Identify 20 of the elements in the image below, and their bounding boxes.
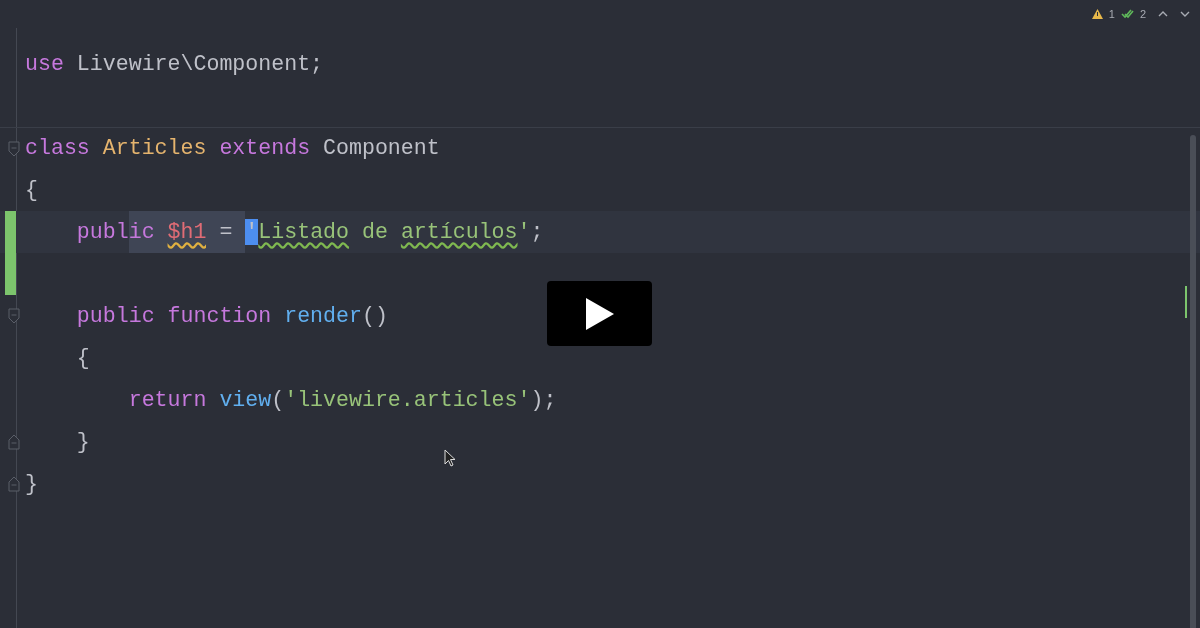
code-line: { [25,176,38,204]
code-line: public function render() [75,302,388,330]
code-line: } [75,428,90,456]
code-line: return view('livewire.articles'); [127,386,557,414]
play-icon [585,297,614,330]
code-line: use Livewire\Component; [25,50,324,78]
code-line: { [75,344,90,372]
play-button[interactable] [547,281,652,346]
warning-icon[interactable] [1091,9,1103,19]
warning-count: 1 [1108,6,1115,22]
double-check-icon[interactable] [1120,9,1134,19]
chevron-down-icon[interactable] [1180,11,1190,17]
passed-count: 2 [1139,6,1146,22]
code-line: public $h1 = 'Listado de artículos'; [25,211,544,253]
code-line: class Articles extends Component [25,135,440,163]
code-line: } [25,470,38,498]
change-marker [1185,286,1187,318]
mouse-pointer-icon [444,449,456,467]
chevron-up-icon[interactable] [1158,11,1168,17]
scrollbar[interactable] [1190,135,1196,628]
